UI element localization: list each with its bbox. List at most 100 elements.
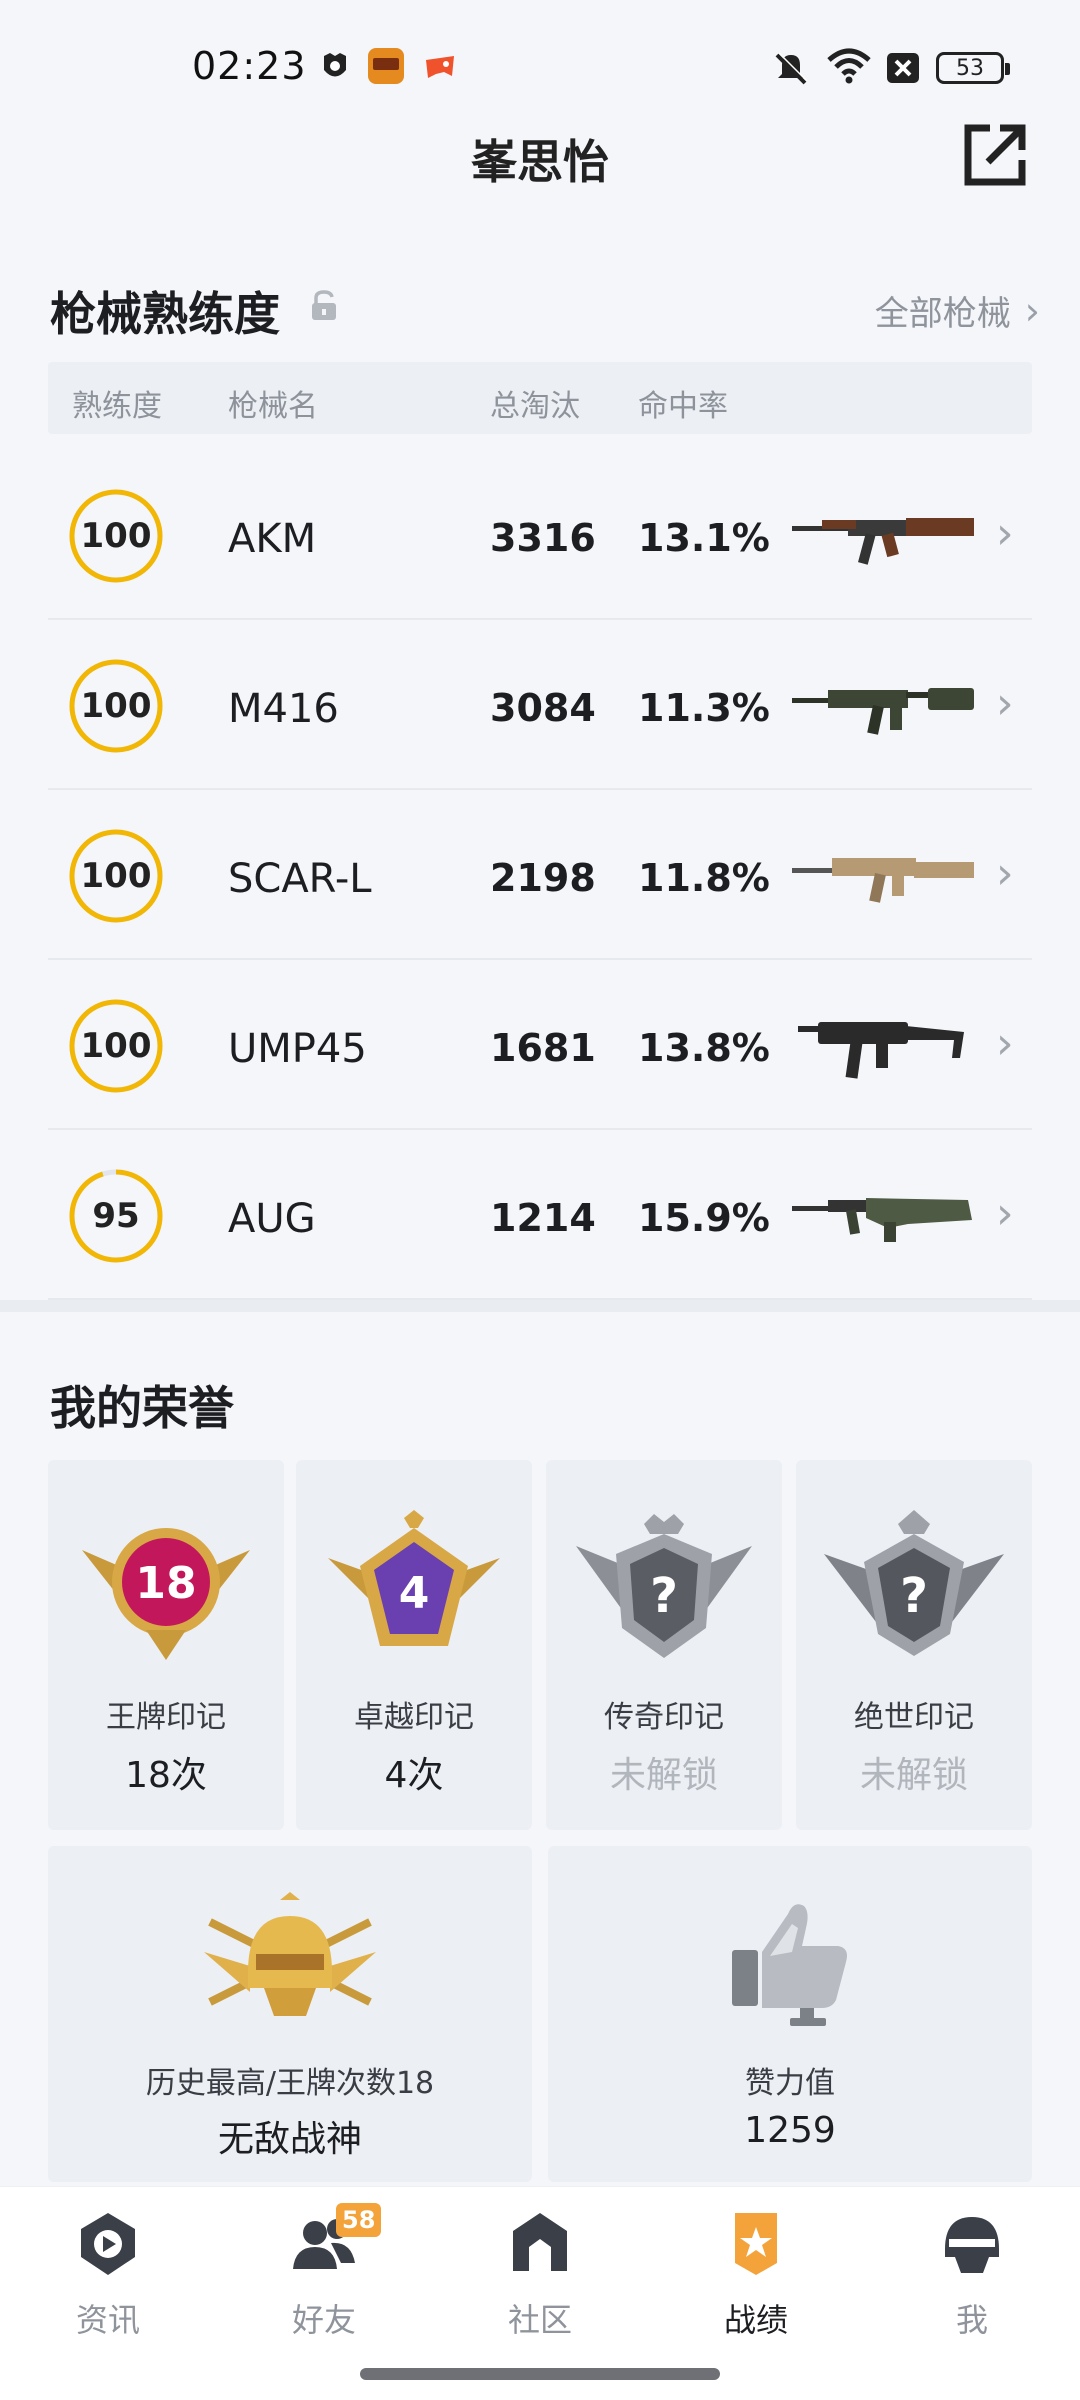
weapon-kills: 1214 xyxy=(490,1196,596,1240)
nav-community[interactable]: 社区 xyxy=(460,2209,620,2341)
chevron-right-icon: › xyxy=(1024,288,1040,333)
chevron-right-icon: › xyxy=(996,1188,1014,1239)
chevron-right-icon: › xyxy=(996,1018,1014,1069)
community-icon xyxy=(513,2213,567,2271)
app-notification-icon xyxy=(324,53,346,77)
highest-tier-card[interactable]: 历史最高/王牌次数18 无敌战神 xyxy=(48,1846,532,2182)
aug-rifle-icon xyxy=(792,1198,972,1242)
gamepad-icon xyxy=(426,56,454,78)
chevron-right-icon: › xyxy=(996,508,1014,559)
excellent-emblem-icon: 4 xyxy=(328,1510,500,1646)
proficiency-ring: 95 xyxy=(68,1168,164,1264)
peerless-emblem-locked-icon: ? xyxy=(824,1510,1004,1656)
proficiency-ring: 100 xyxy=(68,828,164,924)
honor-label: 绝世印记 xyxy=(854,1700,974,1735)
svg-text:?: ? xyxy=(900,1568,928,1624)
news-icon xyxy=(81,2213,135,2275)
nav-records-label: 战绩 xyxy=(723,2301,788,2339)
honor-label: 王牌印记 xyxy=(106,1700,226,1735)
highest-tier-value: 无敌战神 xyxy=(217,2119,362,2160)
page-title: 峯思怡 xyxy=(471,135,609,189)
home-indicator[interactable] xyxy=(360,2368,720,2380)
chevron-right-icon: › xyxy=(996,848,1014,899)
weapon-row-aug[interactable]: 95 AUG 1214 15.9% › xyxy=(48,1130,1032,1300)
weapon-name: SCAR-L xyxy=(228,856,372,902)
m416-rifle-icon xyxy=(792,688,974,735)
nav-me[interactable]: 我 xyxy=(892,2209,1052,2341)
status-bar: 02:23 53 xyxy=(0,0,1080,140)
honor-section-title: 我的荣誉 xyxy=(50,1381,234,1435)
nav-news-label: 资讯 xyxy=(75,2301,140,2339)
weapon-kills: 3084 xyxy=(490,686,596,730)
nav-news[interactable]: 资讯 xyxy=(28,2209,188,2341)
app-screen: 02:23 53 峯思怡 枪械熟练度 全部枪械 › 熟练度 枪械名 总淘汰 命中… xyxy=(0,0,1080,2400)
no-sim-icon xyxy=(887,53,919,83)
weapon-kills: 2198 xyxy=(490,856,596,900)
scar-l-rifle-icon xyxy=(792,858,974,903)
honor-label: 卓越印记 xyxy=(354,1700,474,1735)
chevron-right-icon: › xyxy=(996,678,1014,729)
weapon-section-title: 枪械熟练度 xyxy=(50,287,280,341)
honor-card-excellent[interactable]: 4 卓越印记 4次 xyxy=(296,1460,532,1830)
wifi-icon xyxy=(827,48,871,84)
column-name: 枪械名 xyxy=(228,389,318,424)
record-icon xyxy=(735,2213,777,2275)
svg-text:4: 4 xyxy=(399,1568,430,1619)
weapon-kills: 3316 xyxy=(490,516,596,560)
proficiency-value: 95 xyxy=(92,1196,140,1236)
weapon-name: AKM xyxy=(228,516,317,562)
section-divider xyxy=(0,1300,1080,1312)
legend-emblem-locked-icon: ? xyxy=(576,1514,752,1658)
proficiency-value: 100 xyxy=(80,856,152,896)
ace-emblem-icon: 18 xyxy=(82,1528,250,1660)
me-icon xyxy=(945,2217,999,2273)
battery-indicator: 53 xyxy=(936,52,1010,84)
weapon-name: M416 xyxy=(228,686,339,732)
honor-value: 未解锁 xyxy=(609,1755,718,1796)
proficiency-value: 100 xyxy=(80,686,152,726)
weapon-accuracy: 13.1% xyxy=(638,516,770,560)
honor-value: 4次 xyxy=(384,1755,444,1796)
ump45-smg-icon xyxy=(798,1022,964,1079)
honor-card-peerless[interactable]: ? 绝世印记 未解锁 xyxy=(796,1460,1032,1830)
helmet-trophy-icon xyxy=(204,1892,376,2016)
honor-value: 未解锁 xyxy=(859,1755,968,1796)
nav-friends[interactable]: 58 好友 xyxy=(244,2203,404,2341)
honor-card-ace[interactable]: 18 王牌印记 18次 xyxy=(48,1460,284,1830)
weapon-row-akm[interactable]: 100 AKM 3316 13.1% › xyxy=(48,450,1032,620)
honor-card-legend[interactable]: ? 传奇印记 未解锁 xyxy=(546,1460,782,1830)
svg-text:?: ? xyxy=(650,1568,678,1624)
weapon-row-scar-l[interactable]: 100 SCAR-L 2198 11.8% › xyxy=(48,790,1032,960)
weapon-name: AUG xyxy=(228,1196,316,1242)
nav-me-label: 我 xyxy=(955,2301,988,2339)
likes-card[interactable]: 赞力值 1259 xyxy=(548,1846,1032,2182)
weapon-accuracy: 11.8% xyxy=(638,856,770,900)
likes-label: 赞力值 xyxy=(745,2066,835,2101)
proficiency-value: 100 xyxy=(80,516,152,556)
column-proficiency: 熟练度 xyxy=(72,389,162,424)
mute-icon xyxy=(775,52,808,85)
column-accuracy: 命中率 xyxy=(638,389,728,424)
all-weapons-link[interactable]: 全部枪械 › xyxy=(875,286,1040,335)
nav-community-label: 社区 xyxy=(507,2301,572,2339)
column-kills: 总淘汰 xyxy=(490,389,580,424)
weapon-row-ump45[interactable]: 100 UMP45 1681 13.8% › xyxy=(48,960,1032,1130)
weapon-row-m416[interactable]: 100 M416 3084 11.3% › xyxy=(48,620,1032,790)
thumbs-up-icon xyxy=(732,1904,847,2026)
nav-records[interactable]: 战绩 xyxy=(676,2209,836,2341)
proficiency-ring: 100 xyxy=(68,658,164,754)
nav-friends-label: 好友 xyxy=(291,2301,356,2339)
friends-badge: 58 xyxy=(336,2203,382,2237)
honor-label: 传奇印记 xyxy=(604,1700,724,1735)
share-icon[interactable] xyxy=(960,120,1030,190)
unlock-icon[interactable] xyxy=(310,290,338,322)
weapon-accuracy: 11.3% xyxy=(638,686,770,730)
weapon-accuracy: 15.9% xyxy=(638,1196,770,1240)
honor-value: 18次 xyxy=(125,1755,207,1796)
highest-tier-label: 历史最高/王牌次数18 xyxy=(145,2066,435,2101)
weapon-kills: 1681 xyxy=(490,1026,596,1070)
akm-rifle-icon xyxy=(792,518,974,565)
all-weapons-label: 全部枪械 xyxy=(874,294,1011,334)
svg-text:18: 18 xyxy=(135,1558,196,1609)
status-time: 02:23 xyxy=(192,44,307,88)
